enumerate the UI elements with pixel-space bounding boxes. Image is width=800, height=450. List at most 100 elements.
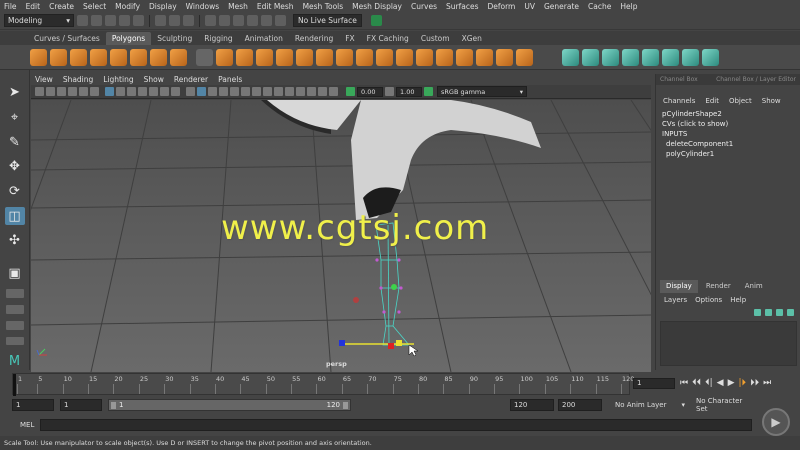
tab-fx-caching[interactable]: FX Caching [361, 32, 415, 45]
layer-menu-options[interactable]: Options [695, 296, 722, 304]
uv-planar-icon[interactable] [562, 48, 579, 66]
resolution-gate-icon[interactable] [127, 87, 136, 96]
menu-display[interactable]: Display [149, 2, 177, 11]
scale-handle-center-icon[interactable] [396, 340, 402, 346]
triangulate-icon[interactable] [456, 48, 473, 66]
select-tool-icon[interactable]: ➤ [5, 84, 25, 102]
film-gate-icon[interactable] [116, 87, 125, 96]
wireframe-on-shaded-icon[interactable] [208, 87, 217, 96]
time-ruler[interactable]: 1 5 10 15 20 25 30 35 40 45 50 55 60 65 70 75 80 85 90 95 10… [12, 373, 634, 396]
range-handle-left[interactable] [111, 402, 116, 409]
tab-curves-surfaces[interactable]: Curves / Surfaces [28, 32, 106, 45]
scale-handle-z-icon[interactable] [339, 340, 345, 346]
extract-icon[interactable] [216, 48, 233, 66]
scale-handle-x-icon[interactable] [388, 343, 394, 349]
merge-icon[interactable] [516, 48, 533, 66]
quadrangulate-icon[interactable] [476, 48, 493, 66]
snap-view-icon[interactable] [247, 15, 258, 26]
xray-icon[interactable] [307, 87, 316, 96]
select-component-icon[interactable] [183, 15, 194, 26]
safe-title-icon[interactable] [171, 87, 180, 96]
boolean-union-icon[interactable] [256, 48, 273, 66]
tab-xgen[interactable]: XGen [456, 32, 488, 45]
playback-button-icon[interactable]: ⏵⏵ [750, 378, 759, 388]
boolean-diff-icon[interactable] [276, 48, 293, 66]
menu-curves[interactable]: Curves [411, 2, 437, 11]
start-time-field[interactable]: 1 [12, 399, 54, 411]
tab-rigging[interactable]: Rigging [198, 32, 238, 45]
menu-select[interactable]: Select [83, 2, 106, 11]
scale-tool-icon[interactable]: ◫ [4, 207, 25, 225]
poly-cylinder-icon[interactable] [70, 48, 87, 66]
safe-action-icon[interactable] [160, 87, 169, 96]
menu-uv[interactable]: UV [524, 2, 535, 11]
menu-edit-mesh[interactable]: Edit Mesh [257, 2, 294, 11]
poly-torus-icon[interactable] [110, 48, 127, 66]
menu-surfaces[interactable]: Surfaces [446, 2, 478, 11]
camera-lock-icon[interactable] [46, 87, 55, 96]
snap-point-icon[interactable] [233, 15, 244, 26]
xray-components-icon[interactable] [329, 87, 338, 96]
layer-tab-anim[interactable]: Anim [739, 280, 769, 293]
viewport-menu-view[interactable]: View [35, 75, 53, 84]
tab-sculpting[interactable]: Sculpting [151, 32, 198, 45]
uv-layout-icon[interactable] [662, 48, 679, 66]
isolate-select-icon[interactable] [296, 87, 305, 96]
layout-single-icon[interactable] [5, 289, 24, 298]
poly-sphere-icon[interactable] [30, 48, 47, 66]
layer-tab-display[interactable]: Display [660, 280, 698, 293]
use-lights-icon[interactable] [230, 87, 239, 96]
folder-icon[interactable] [77, 15, 88, 26]
manipulator-pivot-icon[interactable] [391, 284, 397, 290]
extrude-icon[interactable] [356, 48, 373, 66]
snap-surface-icon[interactable] [261, 15, 272, 26]
new-layer-selected-icon[interactable] [776, 309, 783, 316]
menu-modify[interactable]: Modify [115, 2, 140, 11]
gamma-icon[interactable] [385, 87, 394, 96]
new-layer-icon[interactable] [787, 309, 794, 316]
poly-plane-icon[interactable] [130, 48, 147, 66]
menu-create[interactable]: Create [49, 2, 74, 11]
colorspace-select[interactable]: sRGB gamma ▾ [437, 86, 527, 97]
2d-pan-icon[interactable] [79, 87, 88, 96]
field-chart-icon[interactable] [149, 87, 158, 96]
append-icon[interactable] [396, 48, 413, 66]
reduce-icon[interactable] [436, 48, 453, 66]
gamma-field[interactable]: 1.00 [396, 86, 422, 97]
redo-icon[interactable] [133, 15, 144, 26]
bookmark-icon[interactable] [57, 87, 66, 96]
mirror-icon[interactable] [316, 48, 333, 66]
undo-icon[interactable] [119, 15, 130, 26]
tab-fx[interactable]: FX [339, 32, 360, 45]
layout-four-icon[interactable] [5, 304, 24, 314]
channel-box-line[interactable]: polyCylinder1 [656, 149, 800, 159]
menu-generate[interactable]: Generate [544, 2, 579, 11]
poly-cone-icon[interactable] [90, 48, 107, 66]
live-surface-field[interactable]: No Live Surface [293, 14, 362, 27]
last-tool-icon[interactable]: ▣ [5, 264, 25, 282]
playback-button-icon[interactable]: ⏭ [763, 378, 771, 388]
layer-move-up-icon[interactable] [754, 309, 761, 316]
layer-move-down-icon[interactable] [765, 309, 772, 316]
poly-disc-icon[interactable] [150, 48, 167, 66]
layout-side-icon[interactable] [5, 320, 24, 330]
3d-viewport[interactable]: www.cgtsj.com persp [31, 100, 651, 372]
menu-deform[interactable]: Deform [487, 2, 515, 11]
camera-attributes-icon[interactable] [35, 87, 44, 96]
tab-custom[interactable]: Custom [415, 32, 456, 45]
rotate-tool-icon[interactable]: ⟳ [5, 183, 25, 201]
uv-auto-icon[interactable] [622, 48, 639, 66]
motion-blur-icon[interactable] [263, 87, 272, 96]
wireframe-icon[interactable] [186, 87, 195, 96]
channel-menu-channels[interactable]: Channels [663, 97, 695, 105]
shadows-icon[interactable] [241, 87, 250, 96]
anti-alias-icon[interactable] [274, 87, 283, 96]
uv-cylindrical-icon[interactable] [582, 48, 599, 66]
menu-mesh-tools[interactable]: Mesh Tools [303, 2, 344, 11]
smooth-shade-icon[interactable] [197, 87, 206, 96]
separate-icon[interactable] [496, 48, 513, 66]
channel-box-line[interactable]: deleteComponent1 [656, 139, 800, 149]
layer-menu-layers[interactable]: Layers [664, 296, 687, 304]
grease-pencil-icon[interactable] [90, 87, 99, 96]
channel-menu-show[interactable]: Show [762, 97, 781, 105]
